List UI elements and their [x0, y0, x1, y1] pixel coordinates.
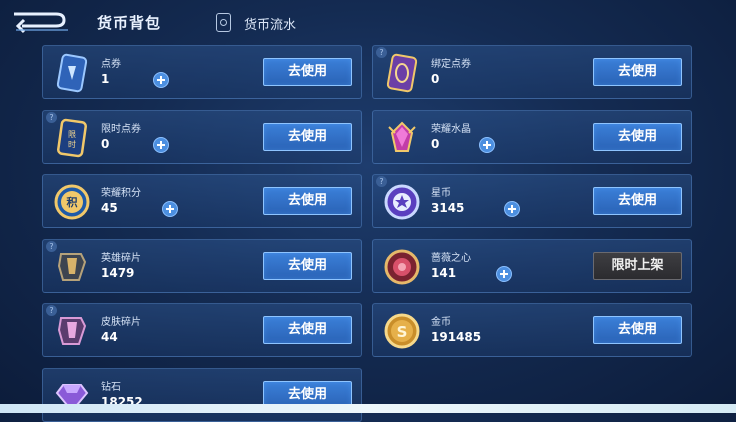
- help-icon[interactable]: ?: [46, 241, 57, 252]
- currency-count: 1479: [101, 266, 135, 280]
- currency-count: 191485: [431, 330, 482, 344]
- currency-count: 45: [101, 201, 118, 215]
- help-icon[interactable]: ?: [376, 47, 387, 58]
- coupon-icon: [56, 53, 88, 93]
- bound-coupon-icon: [386, 53, 418, 93]
- help-icon[interactable]: ?: [46, 305, 57, 316]
- use-button[interactable]: 去使用: [593, 58, 682, 86]
- use-button[interactable]: 去使用: [593, 316, 682, 344]
- hero-fragment-icon: [57, 253, 87, 281]
- add-currency-button[interactable]: [153, 72, 169, 88]
- currency-name: 英雄碎片: [101, 253, 141, 264]
- currency-name: 钻石: [101, 382, 121, 393]
- currency-count: 1: [101, 72, 110, 86]
- currency-flow-label: 货币流水: [244, 18, 297, 33]
- rose-heart-icon: [384, 249, 420, 285]
- svg-text:积: 积: [67, 195, 78, 209]
- currency-card: ? 皮肤碎片 44 去使用: [42, 303, 362, 357]
- top-bar: 货币背包 货币流水: [0, 0, 736, 44]
- gold-coin-icon: S: [384, 313, 420, 349]
- use-button[interactable]: 去使用: [263, 123, 352, 151]
- add-currency-button[interactable]: [479, 137, 495, 153]
- currency-count: 44: [101, 330, 118, 344]
- limited-coupon-icon: 限时: [57, 118, 87, 158]
- currency-count: 0: [431, 72, 440, 86]
- currency-name: 金币: [431, 317, 451, 328]
- glory-crystal-icon: [388, 121, 416, 152]
- currency-card: ? 星币 3145 去使用: [372, 174, 692, 228]
- use-button[interactable]: 去使用: [593, 187, 682, 215]
- currency-name: 点券: [101, 59, 121, 70]
- currency-card: ? 英雄碎片 1479 去使用: [42, 239, 362, 293]
- page-title: 货币背包: [97, 14, 162, 32]
- help-icon[interactable]: ?: [46, 112, 57, 123]
- currency-count: 3145: [431, 201, 465, 215]
- currency-name: 荣耀水晶: [431, 124, 471, 135]
- star-coin-icon: [384, 184, 420, 220]
- currency-card: 蔷薇之心 141 限时上架: [372, 239, 692, 293]
- svg-text:S: S: [397, 323, 408, 341]
- currency-name: 荣耀积分: [101, 188, 141, 199]
- skin-fragment-icon: [57, 317, 87, 345]
- help-icon[interactable]: ?: [376, 176, 387, 187]
- use-button[interactable]: 去使用: [263, 58, 352, 86]
- glory-points-icon: 积: [54, 184, 90, 220]
- currency-card: 积 荣耀积分 45 去使用: [42, 174, 362, 228]
- currency-count: 0: [101, 137, 110, 151]
- currency-count: 0: [431, 137, 440, 151]
- currency-name: 蔷薇之心: [431, 253, 471, 264]
- svg-text:时: 时: [68, 139, 76, 149]
- add-currency-button[interactable]: [496, 266, 512, 282]
- currency-card: 限时? 限时点券 0 去使用: [42, 110, 362, 164]
- currency-card: 荣耀水晶 0 去使用: [372, 110, 692, 164]
- limited-release-button: 限时上架: [593, 252, 682, 280]
- currency-count: 141: [431, 266, 457, 280]
- back-button[interactable]: [8, 6, 80, 36]
- add-currency-button[interactable]: [504, 201, 520, 217]
- use-button[interactable]: 去使用: [263, 316, 352, 344]
- currency-name: 绑定点券: [431, 59, 471, 70]
- add-currency-button[interactable]: [162, 201, 178, 217]
- use-button[interactable]: 去使用: [263, 187, 352, 215]
- currency-card: 点券 1 去使用: [42, 45, 362, 99]
- bottom-edge: [0, 404, 736, 413]
- add-currency-button[interactable]: [153, 137, 169, 153]
- ledger-icon: [216, 13, 231, 32]
- back-arrow-icon: [14, 12, 68, 34]
- use-button[interactable]: 去使用: [593, 123, 682, 151]
- currency-name: 限时点券: [101, 124, 141, 135]
- currency-name: 皮肤碎片: [101, 317, 141, 328]
- svg-text:限: 限: [68, 130, 76, 139]
- currency-card: 钻石 18252 去使用: [42, 368, 362, 422]
- currency-card: S 金币 191485 去使用: [372, 303, 692, 357]
- currency-name: 星币: [431, 188, 451, 199]
- use-button[interactable]: 去使用: [263, 252, 352, 280]
- currency-card: ? 绑定点券 0 去使用: [372, 45, 692, 99]
